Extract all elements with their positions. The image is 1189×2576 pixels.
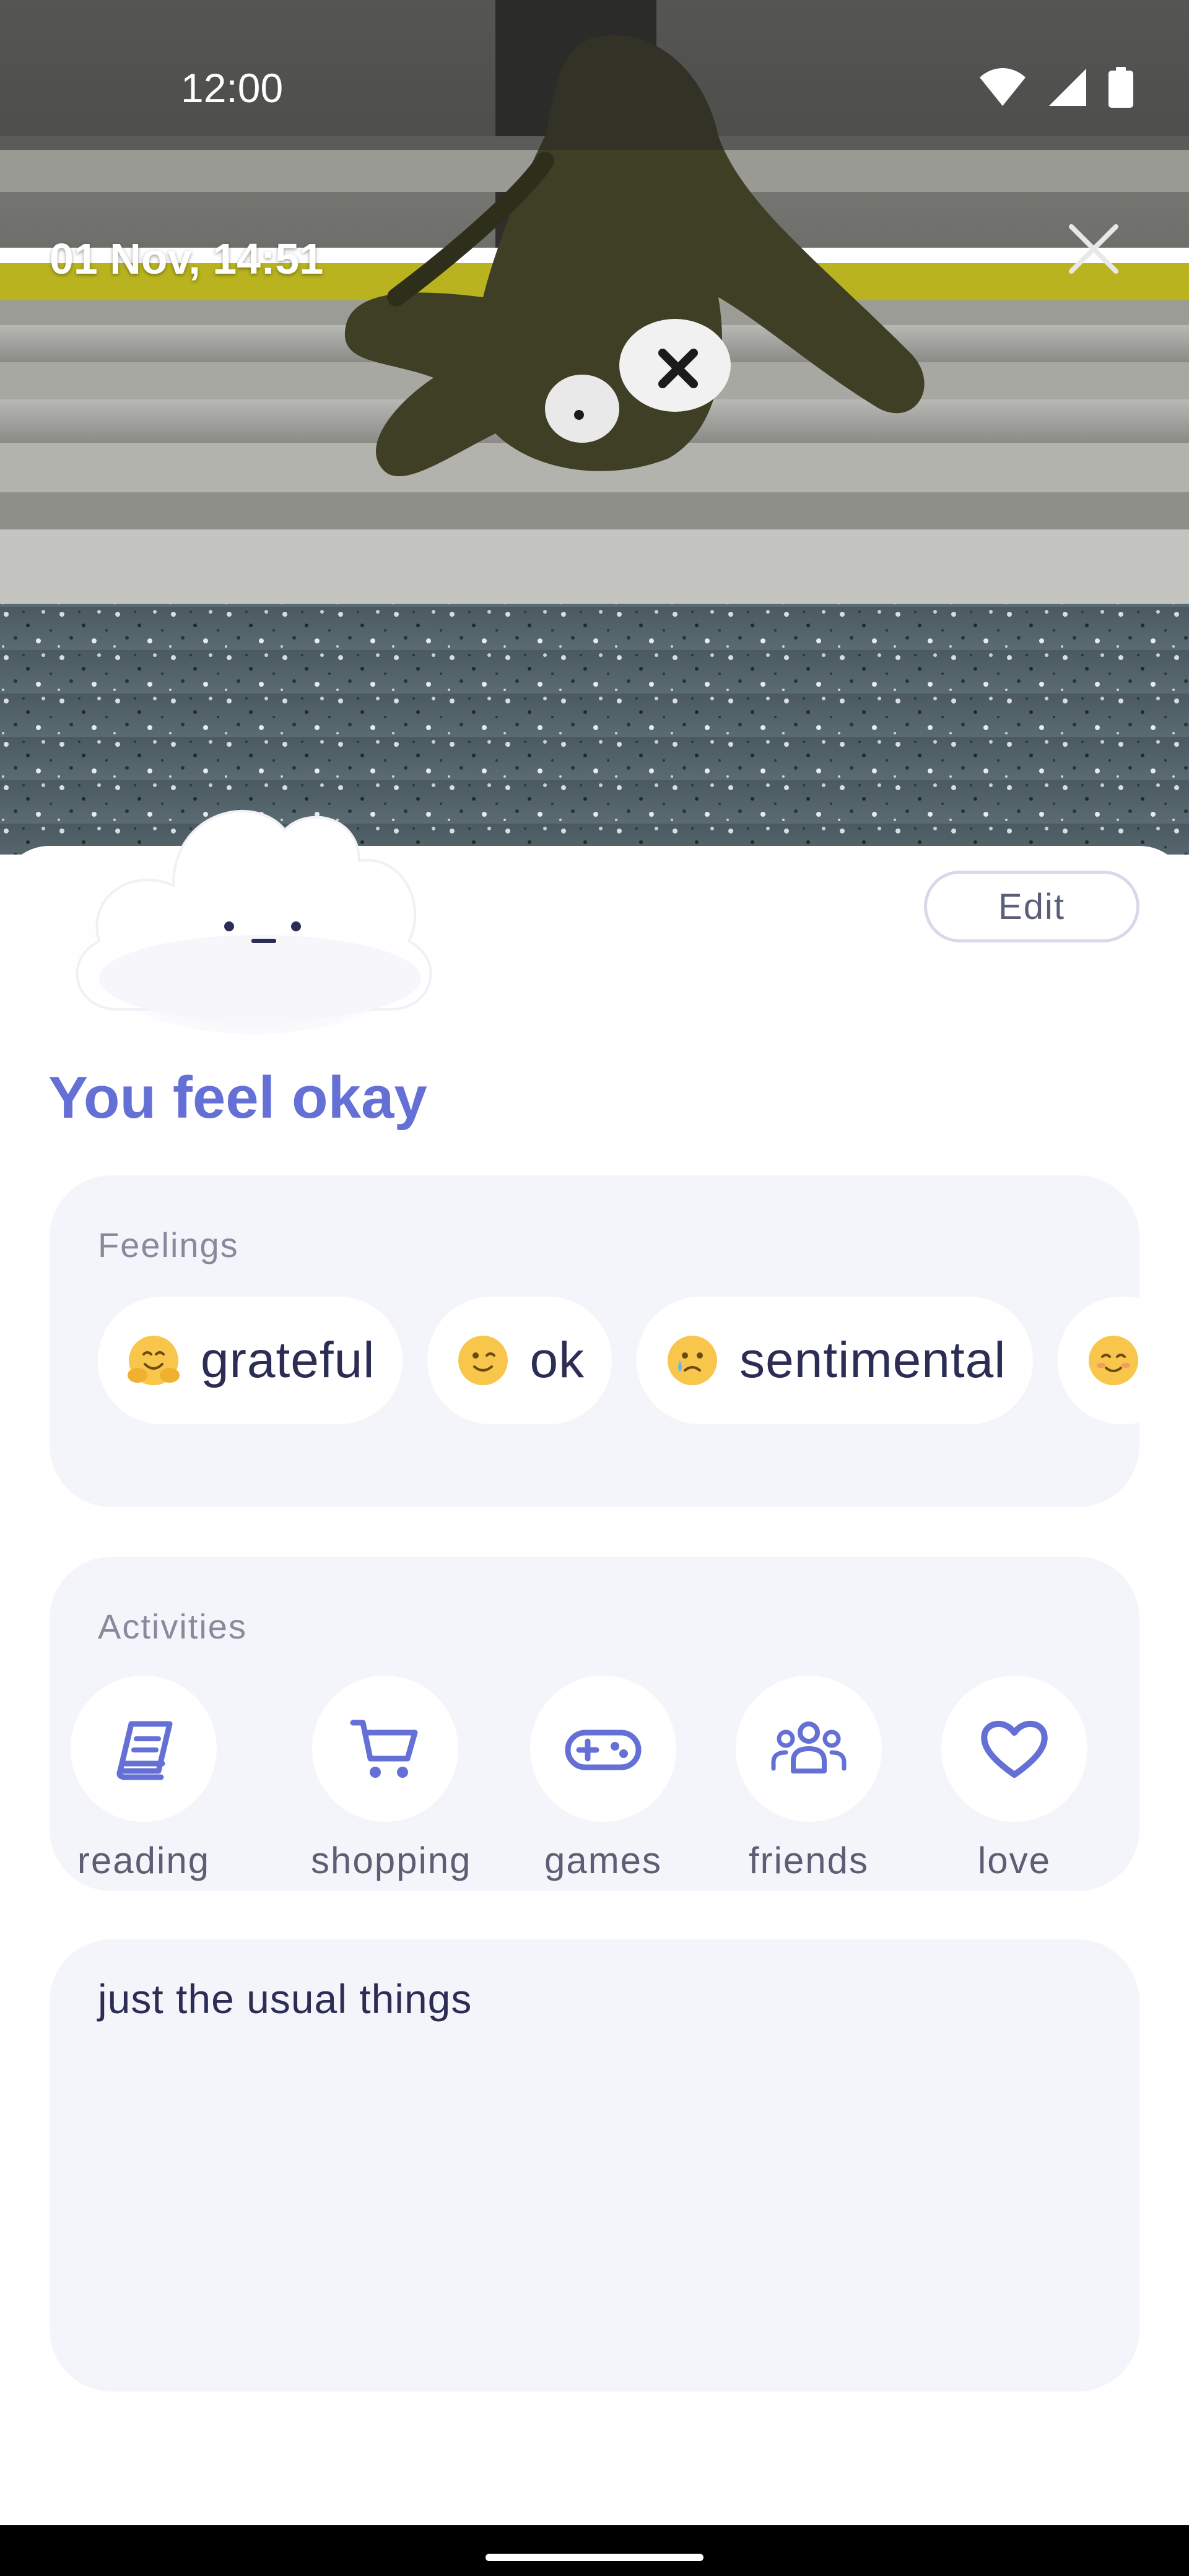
feeling-chip-grateful[interactable]: grateful bbox=[98, 1297, 403, 1424]
book-icon bbox=[116, 1721, 173, 1780]
cart-icon bbox=[350, 1720, 418, 1778]
activity-label: games bbox=[544, 1840, 663, 1881]
smiling-face-icon bbox=[1089, 1336, 1139, 1385]
edit-button[interactable]: Edit bbox=[924, 871, 1139, 942]
feeling-chip-smiling[interactable] bbox=[1058, 1297, 1139, 1424]
hugging-face-icon bbox=[128, 1336, 180, 1385]
activity-reading[interactable]: reading bbox=[69, 1676, 218, 1882]
note-card: just the usual things bbox=[50, 1939, 1139, 2391]
feeling-chip-ok[interactable]: ok bbox=[427, 1297, 612, 1424]
mood-title: You feel okay bbox=[48, 1064, 427, 1131]
feeling-chip-sentimental[interactable]: sentimental bbox=[637, 1297, 1034, 1424]
status-time: 12:00 bbox=[181, 65, 284, 111]
entry-datetime: 01 Nov, 14:51 bbox=[50, 235, 324, 283]
activity-icon-circle bbox=[530, 1676, 676, 1822]
activity-label: friends bbox=[748, 1840, 869, 1881]
activity-shopping[interactable]: shopping bbox=[311, 1676, 472, 1882]
activity-love[interactable]: love bbox=[940, 1676, 1089, 1882]
activity-label: reading bbox=[77, 1840, 211, 1881]
activities-title: Activities bbox=[98, 1607, 247, 1646]
entry-note: just the usual things bbox=[98, 1976, 473, 2022]
feelings-title: Feelings bbox=[98, 1225, 239, 1264]
neutral-cloud-icon bbox=[56, 810, 452, 1034]
battery-icon bbox=[1108, 67, 1133, 108]
people-icon bbox=[771, 1721, 847, 1773]
feeling-label: sentimental bbox=[739, 1332, 1006, 1388]
activity-icon-circle bbox=[312, 1676, 458, 1822]
activity-label: shopping bbox=[311, 1840, 472, 1881]
status-bar: 12:00 bbox=[0, 0, 1189, 150]
wifi-icon bbox=[980, 68, 1026, 106]
activity-icon-circle bbox=[941, 1676, 1087, 1822]
activity-games[interactable]: games bbox=[529, 1676, 677, 1882]
feelings-list: grateful ok sentimental bbox=[98, 1297, 1139, 1424]
feelings-card: Feelings grateful ok sentimental bbox=[50, 1175, 1139, 1507]
gamepad-icon bbox=[565, 1730, 642, 1770]
crying-face-icon bbox=[668, 1336, 718, 1385]
winking-face-icon bbox=[458, 1336, 508, 1385]
entry-photo: 12:00 01 Nov, 14:51 bbox=[0, 0, 1189, 855]
activity-icon-circle bbox=[71, 1676, 217, 1822]
activity-label: love bbox=[977, 1840, 1052, 1881]
signal-icon bbox=[1049, 69, 1086, 106]
navigation-bar bbox=[0, 2525, 1189, 2576]
activity-icon-circle bbox=[736, 1676, 882, 1822]
activities-card: Activities reading shopping games friend… bbox=[50, 1557, 1139, 1891]
feeling-label: ok bbox=[529, 1332, 585, 1388]
home-indicator[interactable] bbox=[486, 2554, 703, 2561]
feeling-label: grateful bbox=[201, 1332, 375, 1388]
close-button[interactable] bbox=[1060, 215, 1127, 282]
close-icon bbox=[1069, 224, 1118, 274]
heart-icon bbox=[981, 1720, 1048, 1778]
status-icons bbox=[978, 67, 1133, 108]
activity-friends[interactable]: friends bbox=[734, 1676, 883, 1882]
